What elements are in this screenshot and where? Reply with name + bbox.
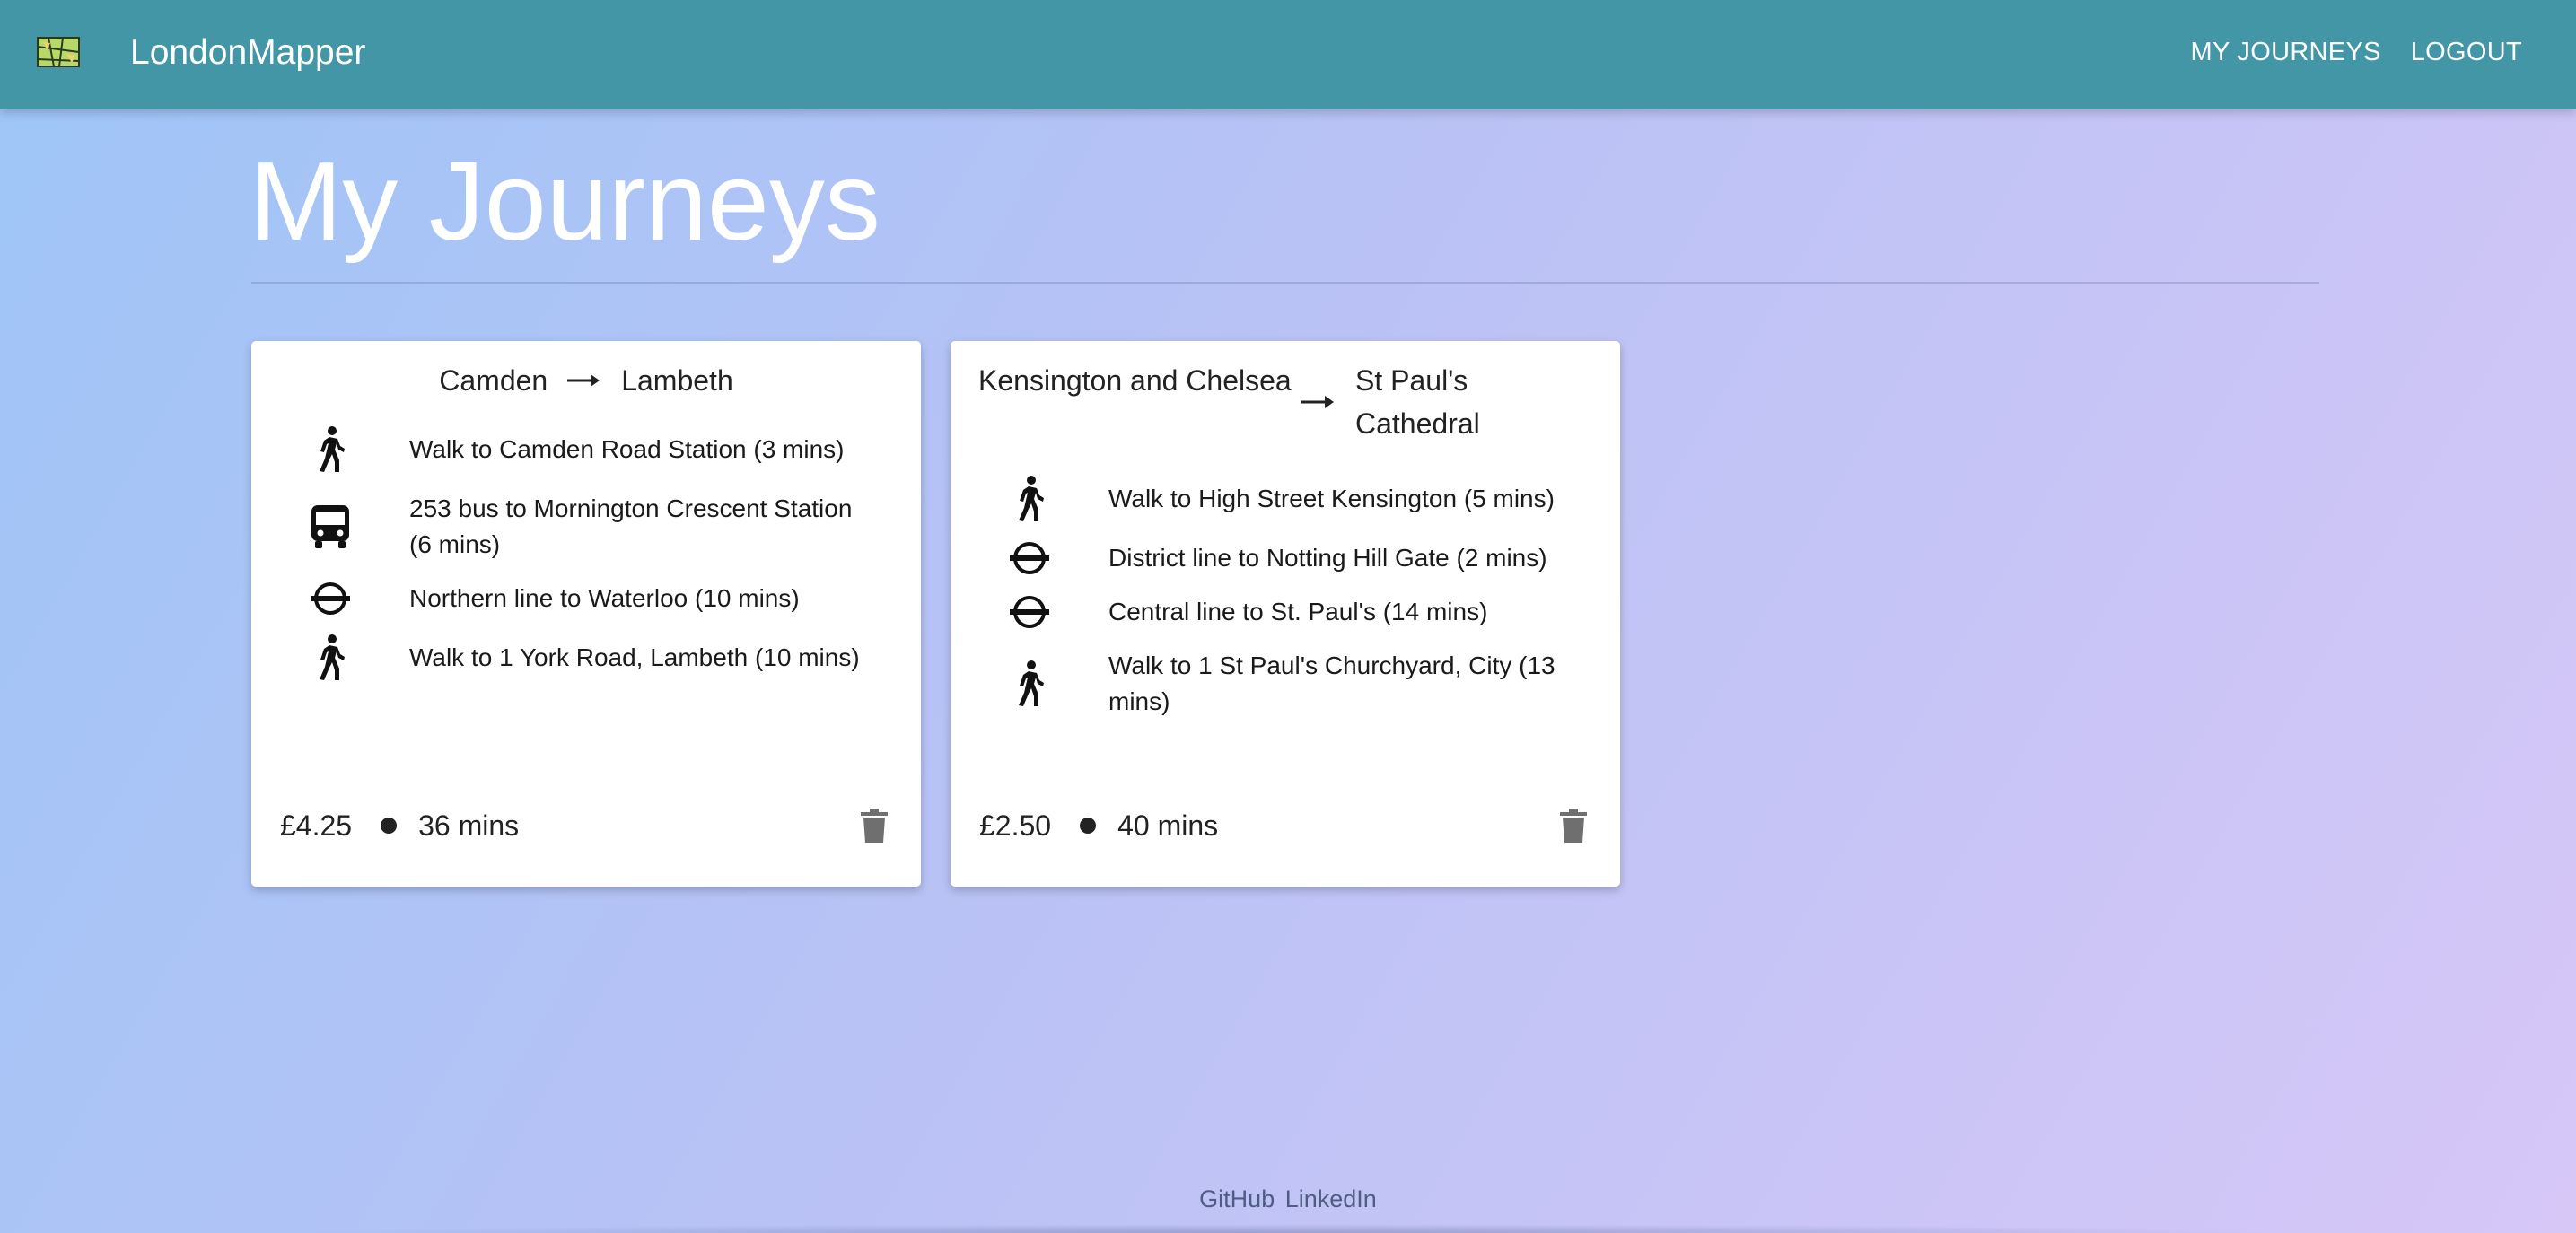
- journey-origin: Kensington and Chelsea: [978, 364, 1292, 397]
- journey-steps: Walk to Camden Road Station (3 mins) 253…: [251, 417, 921, 690]
- journey-route: Camden Lambeth: [251, 359, 921, 402]
- step-text: Northern line to Waterloo (10 mins): [409, 584, 800, 612]
- walk-icon: [251, 426, 409, 473]
- journey-card: Kensington and Chelsea St Paul's Cathedr…: [951, 341, 1620, 887]
- separator-dot: [1080, 818, 1097, 834]
- trash-icon: [1560, 809, 1587, 843]
- journey-step: Northern line to Waterloo (10 mins): [251, 572, 921, 625]
- journey-duration: 36 mins: [418, 809, 520, 842]
- delete-journey-button[interactable]: [1555, 806, 1591, 845]
- title-divider: [251, 282, 2319, 284]
- tube-icon: [251, 581, 409, 616]
- journey-route: Kensington and Chelsea St Paul's Cathedr…: [978, 359, 1598, 445]
- walk-icon: [951, 660, 1108, 707]
- journey-step: Walk to High Street Kensington (5 mins): [951, 467, 1620, 531]
- journey-summary: £2.50 40 mins: [979, 799, 1591, 853]
- brand-name[interactable]: LondonMapper: [130, 31, 365, 75]
- walk-icon: [951, 476, 1108, 522]
- journey-step: Walk to 1 York Road, Lambeth (10 mins): [251, 625, 921, 690]
- arrow-right-icon: [1301, 359, 1355, 445]
- journey-destination: Lambeth: [621, 364, 733, 397]
- step-text: 253 bus to Mornington Crescent Station (…: [409, 494, 853, 558]
- journey-origin: Camden: [439, 364, 548, 397]
- step-text: Walk to 1 St Paul's Churchyard, City (13…: [1108, 651, 1555, 715]
- journey-duration: 40 mins: [1117, 809, 1219, 842]
- navbar: LondonMapper MY JOURNEYS LOGOUT: [0, 0, 2576, 109]
- journey-step: District line to Notting Hill Gate (2 mi…: [951, 531, 1620, 585]
- bus-icon: [251, 503, 409, 550]
- arrow-right-icon: [567, 359, 601, 402]
- journey-destination: St Paul's Cathedral: [1355, 364, 1480, 440]
- journey-step: Walk to 1 St Paul's Churchyard, City (13…: [951, 639, 1620, 729]
- step-text: District line to Notting Hill Gate (2 mi…: [1108, 544, 1547, 572]
- separator-dot: [381, 818, 398, 834]
- step-text: Walk to Camden Road Station (3 mins): [409, 435, 845, 463]
- trash-icon: [861, 809, 888, 843]
- step-text: Central line to St. Paul's (14 mins): [1108, 598, 1488, 625]
- footer-github-link[interactable]: GitHub: [1199, 1185, 1275, 1212]
- journey-steps: Walk to High Street Kensington (5 mins) …: [951, 467, 1620, 729]
- nav-logout-link[interactable]: LOGOUT: [2411, 34, 2522, 70]
- delete-journey-button[interactable]: [856, 806, 892, 845]
- tube-icon: [951, 594, 1108, 630]
- journey-price: £2.50: [979, 809, 1052, 842]
- footer: GitHub LinkedIn: [0, 1179, 2576, 1233]
- walk-icon: [251, 634, 409, 681]
- footer-linkedin-link[interactable]: LinkedIn: [1285, 1185, 1377, 1212]
- journey-step: 253 bus to Mornington Crescent Station (…: [251, 482, 921, 572]
- nav-my-journeys-link[interactable]: MY JOURNEYS: [2190, 34, 2380, 70]
- tube-icon: [951, 540, 1108, 576]
- nav-links: MY JOURNEYS LOGOUT: [2190, 34, 2522, 70]
- map-icon[interactable]: [36, 34, 81, 70]
- journey-card: Camden Lambeth Walk to Camden Road Stati…: [251, 341, 921, 887]
- page-title: My Journeys: [250, 140, 881, 264]
- journey-price: £4.25: [280, 809, 353, 842]
- journey-summary: £4.25 36 mins: [280, 799, 892, 853]
- journey-step: Central line to St. Paul's (14 mins): [951, 585, 1620, 639]
- step-text: Walk to 1 York Road, Lambeth (10 mins): [409, 643, 860, 671]
- journey-step: Walk to Camden Road Station (3 mins): [251, 417, 921, 482]
- step-text: Walk to High Street Kensington (5 mins): [1108, 485, 1555, 512]
